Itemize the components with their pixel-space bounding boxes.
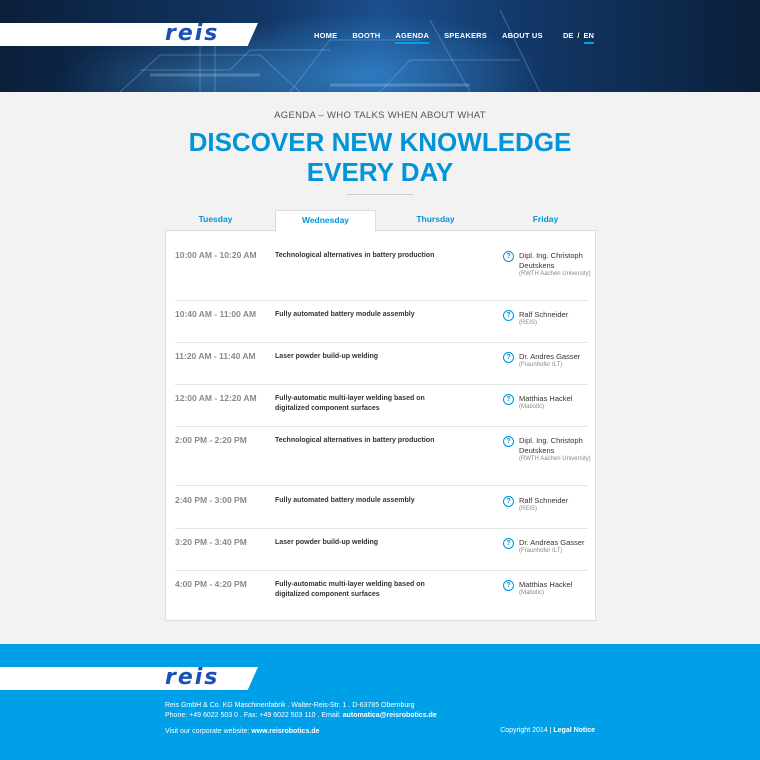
- footer-address: Reis GmbH & Co. KG Maschinenfabrik . Wal…: [165, 702, 415, 709]
- agenda-row: 12:00 AM - 12:20 AM Fully-automatic mult…: [175, 393, 588, 427]
- tab-friday[interactable]: Friday: [495, 210, 596, 231]
- agenda-kicker: AGENDA – WHO TALKS WHEN ABOUT WHAT: [274, 110, 486, 121]
- agenda-row: 11:20 AM - 11:40 AM Laser powder build-u…: [175, 351, 588, 385]
- info-icon[interactable]: ?: [503, 538, 514, 549]
- session-time: 10:40 AM - 11:00 AM: [175, 309, 257, 319]
- copyright-text: Copyright 2014 |: [500, 727, 554, 734]
- info-icon[interactable]: ?: [503, 310, 514, 321]
- speaker-affiliation: (Fraunhofer ILT): [519, 362, 563, 368]
- speaker-affiliation: (Mabotic): [519, 590, 545, 596]
- footer-reis-logo[interactable]: reis: [165, 667, 219, 689]
- session-time: 4:00 PM - 4:20 PM: [175, 579, 247, 589]
- footer-corporate-label: Visit our corporate website:: [165, 728, 252, 735]
- speaker-affiliation: (Mabotic): [519, 404, 545, 410]
- session-title[interactable]: Fully-automatic multi-layer welding base…: [275, 580, 455, 600]
- reis-logo[interactable]: reis: [165, 23, 219, 45]
- session-title[interactable]: Technological alternatives in battery pr…: [275, 436, 455, 446]
- speaker-name[interactable]: Dipl. Ing. Christoph Deutskens: [519, 436, 591, 455]
- session-time: 2:40 PM - 3:00 PM: [175, 495, 247, 505]
- session-title[interactable]: Laser powder build-up welding: [275, 538, 455, 548]
- site-header: reis HOME BOOTH AGENDA SPEAKERS ABOUT US…: [0, 0, 760, 92]
- speaker-affiliation: (REIS): [519, 320, 537, 326]
- session-time: 3:20 PM - 3:40 PM: [175, 537, 247, 547]
- agenda-row: 2:00 PM - 2:20 PM Technological alternat…: [175, 435, 591, 486]
- page-headline: DISCOVER NEW KNOWLEDGE EVERY DAY: [188, 127, 572, 187]
- lang-en[interactable]: EN: [583, 31, 595, 44]
- info-icon[interactable]: ?: [503, 496, 514, 507]
- nav-booth[interactable]: BOOTH: [352, 31, 380, 44]
- tab-thursday[interactable]: Thursday: [385, 210, 486, 231]
- agenda-row: 3:20 PM - 3:40 PM Laser powder build-up …: [175, 537, 588, 571]
- main-nav: HOME BOOTH AGENDA SPEAKERS ABOUT US: [314, 31, 543, 44]
- footer-corporate: Visit our corporate website: www.reisrob…: [165, 727, 319, 737]
- speaker-affiliation: (Fraunhofer ILT): [519, 548, 563, 554]
- session-time: 10:00 AM - 10:20 AM: [175, 250, 257, 260]
- tab-tuesday[interactable]: Tuesday: [165, 210, 266, 231]
- session-title[interactable]: Fully-automatic multi-layer welding base…: [275, 394, 455, 414]
- lang-de[interactable]: DE: [563, 31, 573, 44]
- footer-email-link[interactable]: automatica@reisrobotics.de: [343, 712, 437, 719]
- footer-copyright: Copyright 2014 | Legal Notice: [500, 727, 595, 734]
- nav-speakers[interactable]: SPEAKERS: [444, 31, 487, 44]
- speaker-affiliation: (RWTH Aachen University): [519, 456, 591, 462]
- agenda-panel: 10:00 AM - 10:20 AM Technological altern…: [165, 230, 596, 621]
- legal-notice-link[interactable]: Legal Notice: [553, 727, 595, 734]
- session-title[interactable]: Fully automated battery module assembly: [275, 496, 455, 506]
- tab-wednesday[interactable]: Wednesday: [275, 210, 376, 232]
- headline-divider: [347, 194, 413, 195]
- agenda-row: 10:40 AM - 11:00 AM Fully automated batt…: [175, 309, 588, 343]
- session-title[interactable]: Technological alternatives in battery pr…: [275, 251, 455, 261]
- speaker-affiliation: (RWTH Aachen University): [519, 271, 591, 277]
- footer-corporate-link[interactable]: www.reisrobotics.de: [251, 728, 319, 735]
- agenda-row: 2:40 PM - 3:00 PM Fully automated batter…: [175, 495, 588, 529]
- speaker-affiliation: (REIS): [519, 506, 537, 512]
- header-tech-graphic: [119, 9, 541, 92]
- session-title[interactable]: Fully automated battery module assembly: [275, 310, 455, 320]
- language-switcher: DE / EN: [563, 31, 595, 44]
- info-icon[interactable]: ?: [503, 394, 514, 405]
- info-icon[interactable]: ?: [503, 436, 514, 447]
- session-title[interactable]: Laser powder build-up welding: [275, 352, 455, 362]
- agenda-row: 4:00 PM - 4:20 PM Fully-automatic multi-…: [175, 579, 588, 613]
- footer-contact: Phone: +49 6022 503 0 . Fax: +49 6022 50…: [165, 711, 437, 721]
- speaker-name[interactable]: Dipl. Ing. Christoph Deutskens: [519, 251, 591, 270]
- lang-separator: /: [577, 31, 580, 40]
- nav-agenda[interactable]: AGENDA: [395, 31, 429, 44]
- nav-about-us[interactable]: ABOUT US: [502, 31, 543, 44]
- session-time: 12:00 AM - 12:20 AM: [175, 393, 257, 403]
- info-icon[interactable]: ?: [503, 580, 514, 591]
- nav-home[interactable]: HOME: [314, 31, 337, 44]
- session-time: 11:20 AM - 11:40 AM: [175, 351, 256, 361]
- info-icon[interactable]: ?: [503, 352, 514, 363]
- site-footer: reis Reis GmbH & Co. KG Maschinenfabrik …: [0, 644, 760, 760]
- session-time: 2:00 PM - 2:20 PM: [175, 435, 247, 445]
- footer-phone-fax: Phone: +49 6022 503 0 . Fax: +49 6022 50…: [165, 712, 343, 719]
- info-icon[interactable]: ?: [503, 251, 514, 262]
- agenda-row: 10:00 AM - 10:20 AM Technological altern…: [175, 250, 591, 301]
